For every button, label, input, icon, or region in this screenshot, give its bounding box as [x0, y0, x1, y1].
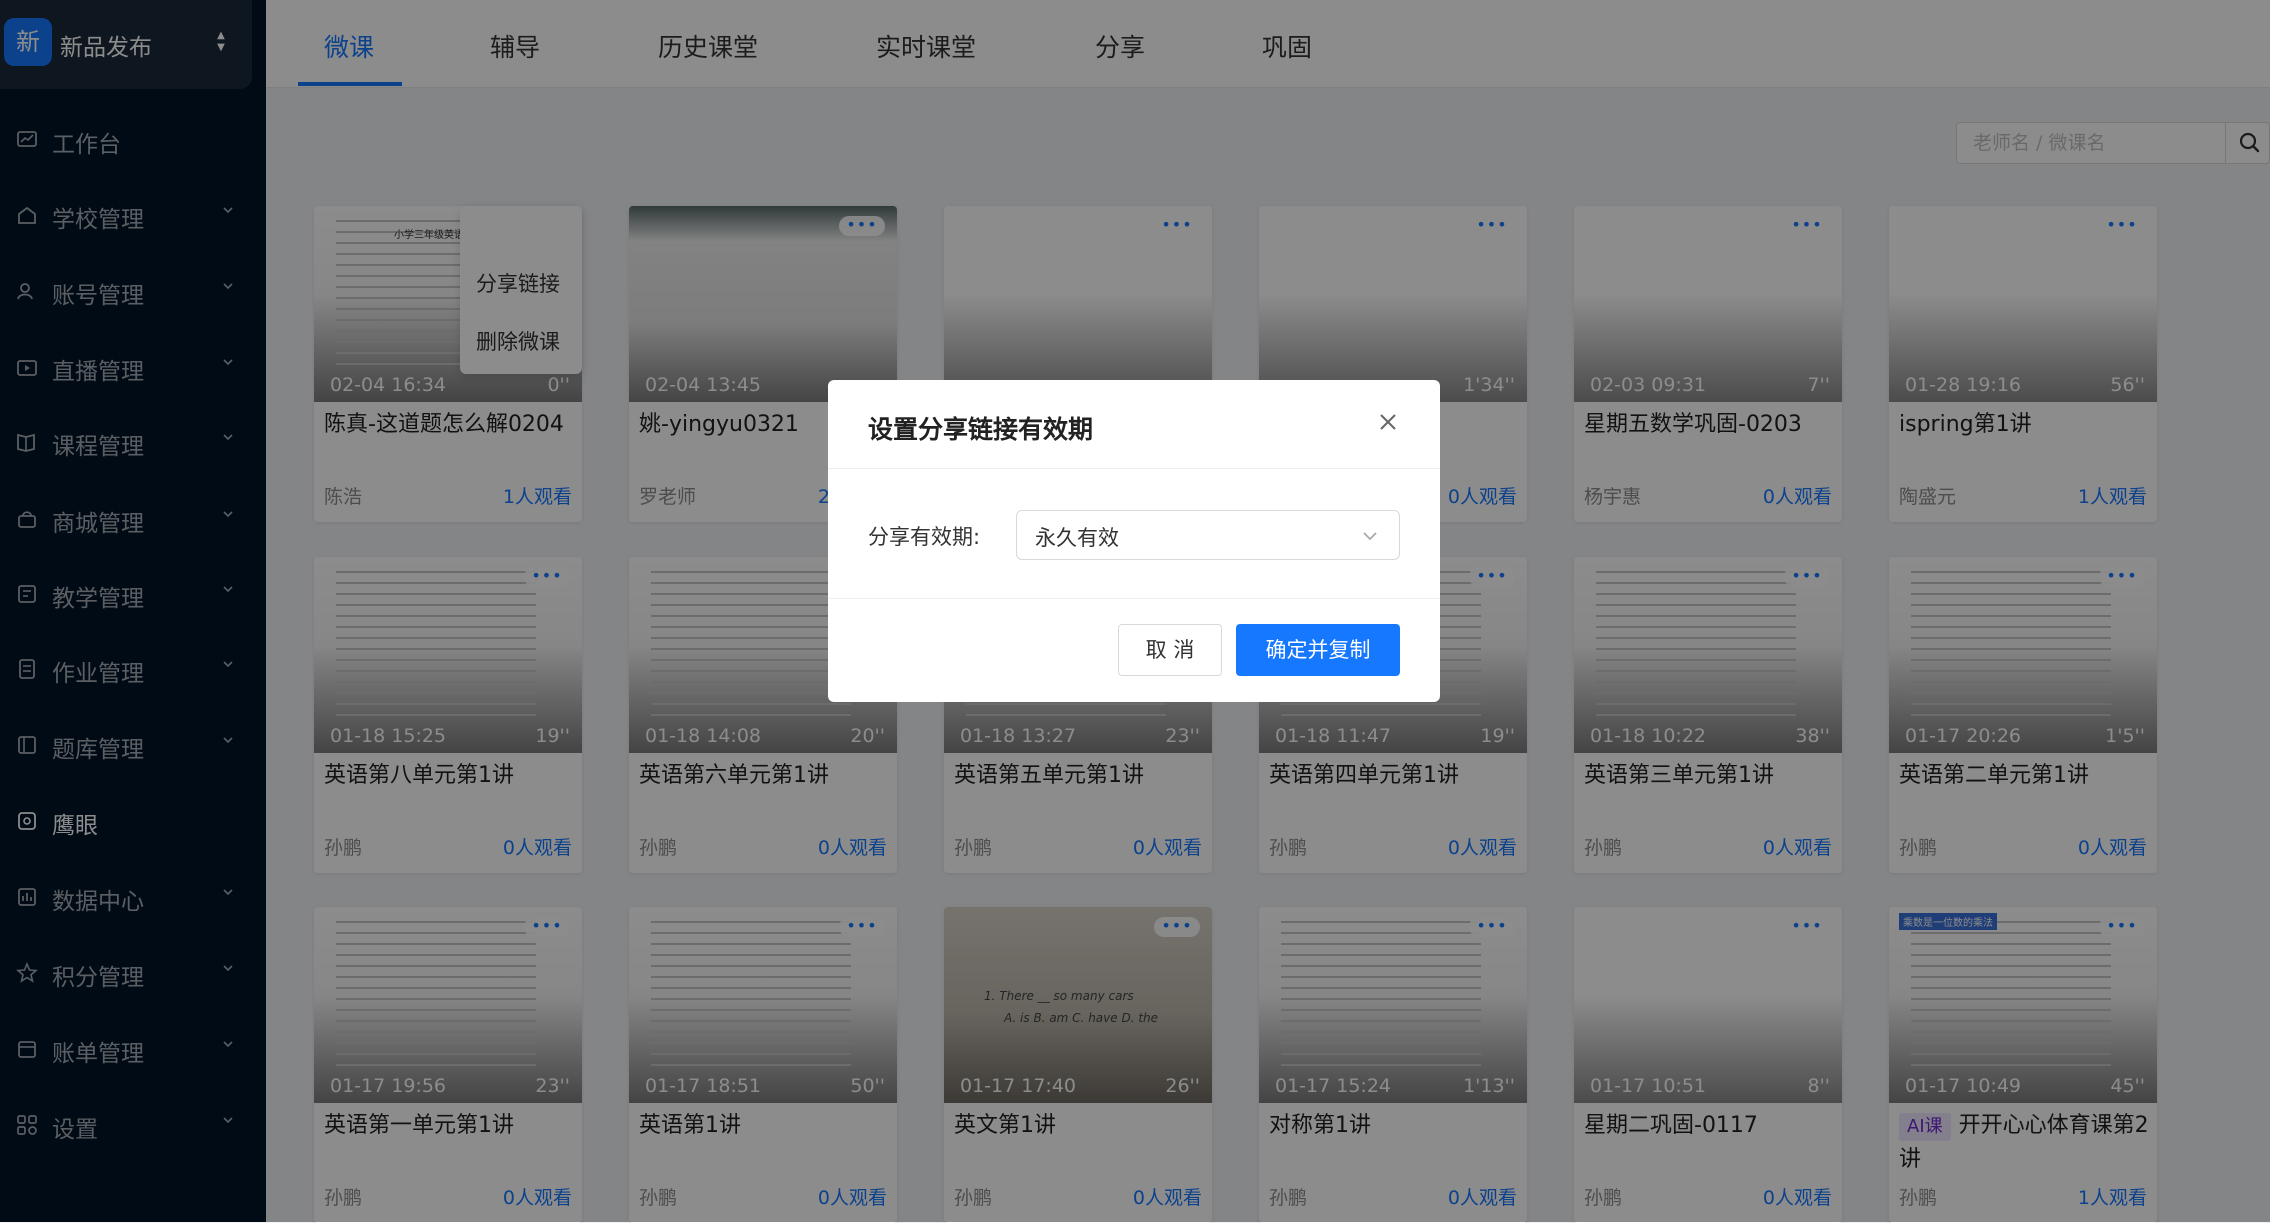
close-icon[interactable] [1376, 410, 1400, 434]
confirm-copy-button[interactable]: 确定并复制 [1236, 624, 1400, 676]
chevron-down-icon [1363, 532, 1377, 541]
expiry-select-value: 永久有效 [1035, 526, 1119, 550]
divider [828, 598, 1440, 599]
expiry-label: 分享有效期: [868, 525, 981, 549]
modal-title: 设置分享链接有效期 [868, 415, 1094, 444]
cancel-button[interactable]: 取 消 [1118, 624, 1222, 676]
divider [828, 468, 1440, 469]
share-expiry-modal: 设置分享链接有效期 分享有效期: 永久有效 取 消 确定并复制 [828, 380, 1440, 702]
expiry-select[interactable]: 永久有效 [1016, 510, 1400, 560]
